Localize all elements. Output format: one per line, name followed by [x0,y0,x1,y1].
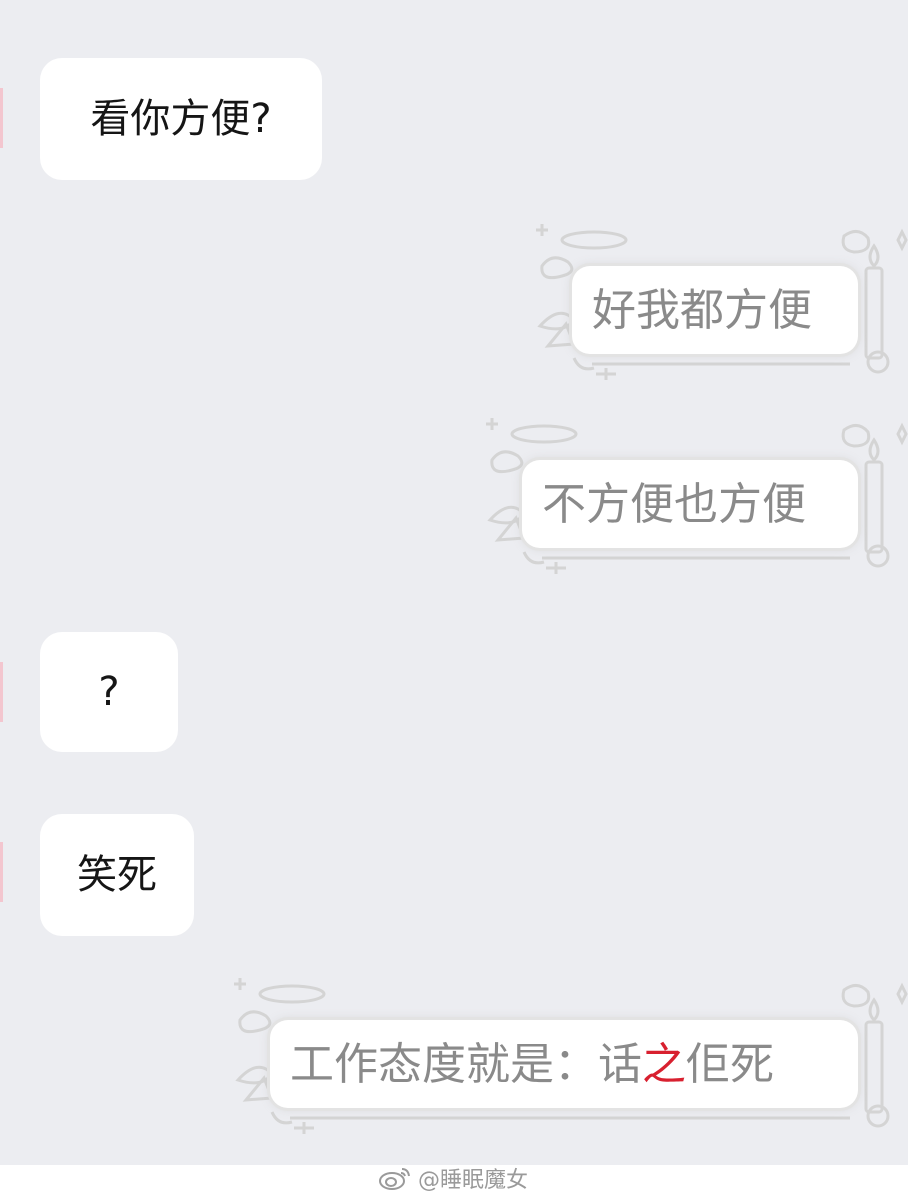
weibo-icon [379,1168,410,1190]
outgoing-message-bubble[interactable]: 工作态度就是：话之佢死 [226,972,908,1144]
outgoing-message-bubble[interactable]: 不方便也方便 [478,412,908,584]
incoming-message-bubble[interactable]: 看你方便? [40,58,322,180]
message-text: ? [98,669,120,715]
message-text-part: 佢死 [686,1039,774,1090]
outgoing-message-bubble[interactable]: 好我都方便 [528,218,908,390]
avatar-edge-marker [0,842,3,902]
avatar-edge-marker [0,88,3,148]
message-text: 不方便也方便 [542,479,806,530]
highlighted-character: 之 [642,1039,686,1090]
chat-area: 看你方便? 好我都方便 不方便也方便 ? 笑死 工作态度就是：话之佢死 [0,0,908,1165]
incoming-message-bubble[interactable]: 笑死 [40,814,194,936]
incoming-message-bubble[interactable]: ? [40,632,178,752]
watermark-handle: @睡眠魔女 [418,1168,529,1193]
message-text-part: 工作态度就是：话 [290,1039,642,1090]
message-text: 好我都方便 [592,285,812,336]
watermark: @睡眠魔女 [378,1162,528,1194]
avatar-edge-marker [0,662,3,722]
message-text: 工作态度就是：话之佢死 [290,1043,774,1087]
message-text: 笑死 [77,852,157,898]
message-text: 看你方便? [90,96,272,142]
